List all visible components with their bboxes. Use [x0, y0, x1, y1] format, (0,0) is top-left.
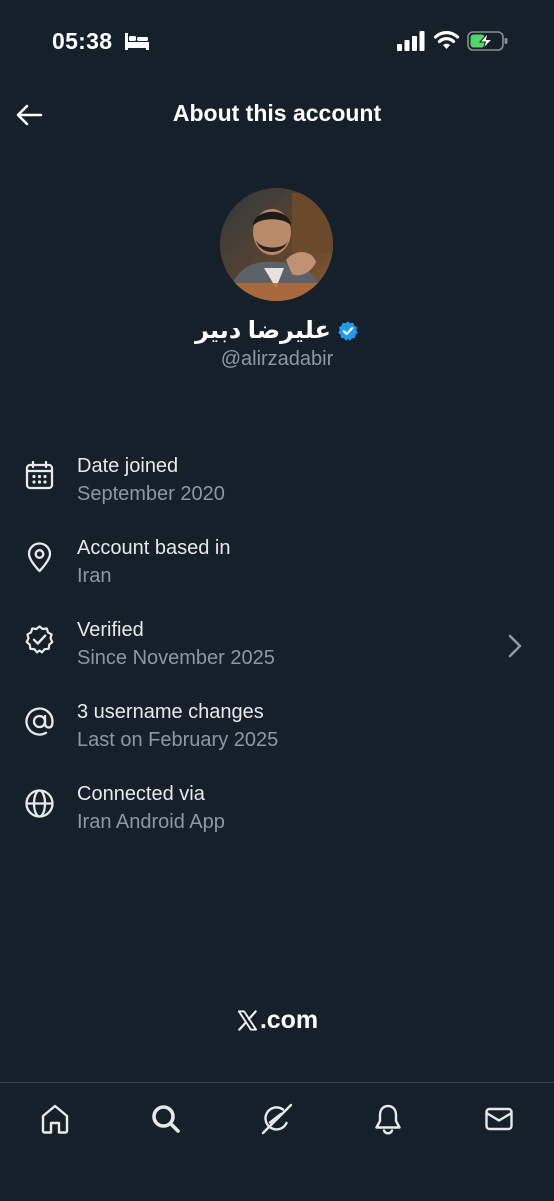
detail-subtitle: September 2020 [77, 483, 225, 505]
detail-row-verified[interactable]: Verified Since November 2025 [0, 604, 554, 686]
profile-name: علیرضا دبیر [195, 317, 331, 344]
detail-subtitle: Iran Android App [77, 811, 225, 833]
chevron-right-icon[interactable] [505, 631, 525, 661]
profile-name-row: علیرضا دبیر [0, 316, 554, 345]
detail-text: Verified Since November 2025 [77, 616, 275, 672]
globe-icon [25, 789, 54, 818]
footer-brand-link[interactable]: .com [0, 1006, 554, 1035]
status-time: 05:38 [52, 28, 113, 54]
detail-title: 3 username changes [77, 701, 264, 723]
detail-row-account-based-in: Account based in Iran [0, 522, 554, 604]
detail-text: Account based in Iran [77, 534, 230, 590]
bottom-tab-bar [0, 1082, 554, 1201]
battery-charging-icon [467, 31, 508, 51]
avatar-image [220, 188, 333, 301]
top-nav: About this account [0, 84, 554, 148]
profile-handle: @alirzadabir [220, 348, 334, 370]
calendar-icon [25, 460, 54, 490]
bed-icon [125, 33, 149, 50]
detail-text: Date joined September 2020 [77, 452, 225, 508]
tab-notifications[interactable] [368, 1099, 408, 1139]
wifi-icon [433, 31, 460, 49]
detail-row-username-changes: 3 username changes Last on February 2025 [0, 686, 554, 768]
verified-badge-icon[interactable] [337, 320, 359, 342]
detail-row-date-joined: Date joined September 2020 [0, 440, 554, 522]
home-icon [41, 1104, 69, 1134]
messages-envelope-icon [485, 1107, 513, 1131]
tab-messages[interactable] [479, 1099, 519, 1139]
detail-subtitle: Since November 2025 [77, 647, 275, 669]
detail-subtitle: Last on February 2025 [77, 729, 279, 751]
page-title: About this account [172, 100, 382, 126]
status-bar: 05:38 [0, 0, 554, 84]
detail-title: Account based in [77, 537, 231, 559]
detail-text: 3 username changes Last on February 2025 [77, 698, 278, 754]
search-icon [152, 1105, 180, 1133]
tab-search[interactable] [146, 1099, 186, 1139]
grok-icon [261, 1103, 293, 1135]
notifications-bell-icon [375, 1104, 401, 1135]
location-pin-icon [27, 542, 52, 573]
detail-text: Connected via Iran Android App [77, 780, 225, 836]
signal-icon [397, 31, 425, 51]
account-details-list: Date joined September 2020 Account based… [0, 440, 554, 850]
detail-row-connected-via: Connected via Iran Android App [0, 768, 554, 850]
tab-home[interactable] [35, 1099, 75, 1139]
detail-title: Date joined [77, 455, 179, 477]
verified-check-icon [25, 625, 54, 654]
detail-title: Connected via [77, 783, 205, 805]
brand-domain-text: .com [259, 1006, 319, 1034]
tab-grok[interactable] [257, 1099, 297, 1139]
at-sign-icon [25, 707, 54, 736]
detail-subtitle: Iran [77, 565, 112, 587]
detail-title: Verified [77, 619, 144, 641]
x-logo-icon [237, 1010, 257, 1031]
avatar[interactable] [220, 188, 333, 301]
